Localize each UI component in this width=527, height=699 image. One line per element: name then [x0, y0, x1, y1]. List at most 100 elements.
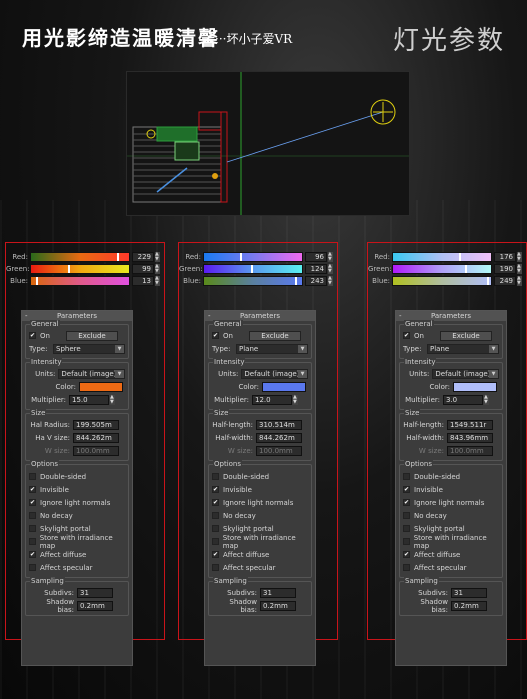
multiplier-spinner[interactable]: ▲ ▼ — [110, 394, 115, 405]
option-row[interactable]: Double-sided — [29, 470, 125, 483]
option-checkbox[interactable]: ✔ — [403, 499, 410, 506]
option-row[interactable]: Store with irradiance map — [29, 534, 125, 550]
option-row[interactable]: No decay — [29, 509, 125, 522]
red-slider[interactable] — [392, 252, 492, 262]
on-checkbox[interactable]: ✔ — [212, 332, 219, 339]
option-row[interactable]: ✔ Invisible — [29, 483, 125, 496]
option-checkbox[interactable] — [403, 564, 410, 571]
shadow-bias-field[interactable]: 0.2mm — [260, 600, 296, 611]
color-swatch[interactable] — [79, 381, 123, 392]
option-checkbox[interactable]: ✔ — [403, 551, 410, 558]
units-dropdown[interactable]: Default (image) ▼ — [432, 368, 499, 379]
exclude-button[interactable]: Exclude — [66, 330, 118, 341]
option-row[interactable]: Double-sided — [403, 470, 499, 483]
option-row[interactable]: ✔ Affect diffuse — [403, 548, 499, 561]
option-row[interactable]: ✔ Affect diffuse — [212, 548, 308, 561]
red-spinner[interactable]: ▲ ▼ — [155, 252, 160, 262]
option-row[interactable]: ✔ Affect diffuse — [29, 548, 125, 561]
chevron-down-icon[interactable]: ▼ — [489, 344, 498, 353]
chevron-down-icon[interactable]: ▼ — [298, 344, 307, 353]
shadow-bias-field[interactable]: 0.2mm — [77, 600, 113, 611]
collapse-icon[interactable]: - — [399, 311, 402, 321]
multiplier-field[interactable]: 15.0 — [69, 394, 109, 405]
green-spinner[interactable]: ▲ ▼ — [328, 264, 333, 274]
blue-thumb[interactable] — [36, 277, 38, 285]
red-thumb[interactable] — [240, 253, 242, 261]
option-checkbox[interactable]: ✔ — [212, 486, 219, 493]
option-checkbox[interactable] — [403, 525, 410, 532]
option-row[interactable]: ✔ Invisible — [212, 483, 308, 496]
color-swatch[interactable] — [262, 381, 306, 392]
units-dropdown[interactable]: Default (image) ▼ — [241, 368, 308, 379]
blue-value[interactable]: 13 — [132, 276, 154, 286]
option-row[interactable]: Affect specular — [29, 561, 125, 574]
size2-field[interactable]: 844.262m — [256, 432, 302, 443]
option-checkbox[interactable]: ✔ — [29, 486, 36, 493]
option-row[interactable]: Affect specular — [403, 561, 499, 574]
red-thumb[interactable] — [459, 253, 461, 261]
blue-thumb[interactable] — [487, 277, 489, 285]
red-thumb[interactable] — [117, 253, 119, 261]
option-row[interactable]: ✔ Invisible — [403, 483, 499, 496]
size1-field[interactable]: 310.514m — [256, 419, 302, 430]
chevron-down-icon[interactable]: ▼ — [298, 369, 307, 378]
size2-field[interactable]: 843.96mm — [447, 432, 493, 443]
color-swatch[interactable] — [453, 381, 497, 392]
green-slider[interactable] — [203, 264, 303, 274]
chevron-down-icon[interactable]: ▼ — [489, 369, 498, 378]
blue-value[interactable]: 243 — [305, 276, 327, 286]
option-checkbox[interactable] — [212, 525, 219, 532]
exclude-button[interactable]: Exclude — [440, 330, 492, 341]
option-checkbox[interactable]: ✔ — [403, 486, 410, 493]
red-spinner[interactable]: ▲ ▼ — [517, 252, 522, 262]
blue-spinner[interactable]: ▲ ▼ — [517, 276, 522, 286]
type-dropdown[interactable]: Plane ▼ — [427, 343, 499, 354]
option-row[interactable]: ✔ Ignore light normals — [212, 496, 308, 509]
multiplier-field[interactable]: 3.0 — [443, 394, 483, 405]
option-checkbox[interactable] — [212, 512, 219, 519]
option-checkbox[interactable] — [29, 512, 36, 519]
option-checkbox[interactable] — [212, 473, 219, 480]
scene-viewport[interactable] — [126, 71, 410, 216]
multiplier-field[interactable]: 12.0 — [252, 394, 292, 405]
green-spinner[interactable]: ▲ ▼ — [155, 264, 160, 274]
option-row[interactable]: Store with irradiance map — [403, 534, 499, 550]
on-checkbox[interactable]: ✔ — [403, 332, 410, 339]
green-thumb[interactable] — [68, 265, 70, 273]
on-checkbox[interactable]: ✔ — [29, 332, 36, 339]
option-row[interactable]: No decay — [212, 509, 308, 522]
option-row[interactable]: ✔ Ignore light normals — [403, 496, 499, 509]
red-slider[interactable] — [203, 252, 303, 262]
option-checkbox[interactable] — [403, 512, 410, 519]
green-value[interactable]: 124 — [305, 264, 327, 274]
option-checkbox[interactable] — [29, 525, 36, 532]
option-checkbox[interactable]: ✔ — [29, 499, 36, 506]
red-value[interactable]: 229 — [132, 252, 154, 262]
option-checkbox[interactable]: ✔ — [29, 551, 36, 558]
size1-field[interactable]: 199.505m — [73, 419, 119, 430]
shadow-bias-field[interactable]: 0.2mm — [451, 600, 487, 611]
option-checkbox[interactable] — [29, 564, 36, 571]
green-value[interactable]: 99 — [132, 264, 154, 274]
type-dropdown[interactable]: Sphere ▼ — [53, 343, 125, 354]
option-checkbox[interactable] — [212, 564, 219, 571]
subdivs-field[interactable]: 31 — [260, 587, 296, 598]
blue-value[interactable]: 249 — [494, 276, 516, 286]
blue-thumb[interactable] — [295, 277, 297, 285]
green-slider[interactable] — [392, 264, 492, 274]
option-checkbox[interactable]: ✔ — [212, 499, 219, 506]
option-checkbox[interactable] — [212, 538, 219, 545]
collapse-icon[interactable]: - — [208, 311, 211, 321]
option-row[interactable]: Store with irradiance map — [212, 534, 308, 550]
green-spinner[interactable]: ▲ ▼ — [517, 264, 522, 274]
green-thumb[interactable] — [465, 265, 467, 273]
subdivs-field[interactable]: 31 — [451, 587, 487, 598]
option-row[interactable]: Double-sided — [212, 470, 308, 483]
option-row[interactable]: No decay — [403, 509, 499, 522]
collapse-icon[interactable]: - — [25, 311, 28, 321]
size1-field[interactable]: 1549.511r — [447, 419, 493, 430]
green-slider[interactable] — [30, 264, 130, 274]
red-slider[interactable] — [30, 252, 130, 262]
multiplier-spinner[interactable]: ▲ ▼ — [293, 394, 298, 405]
blue-spinner[interactable]: ▲ ▼ — [328, 276, 333, 286]
